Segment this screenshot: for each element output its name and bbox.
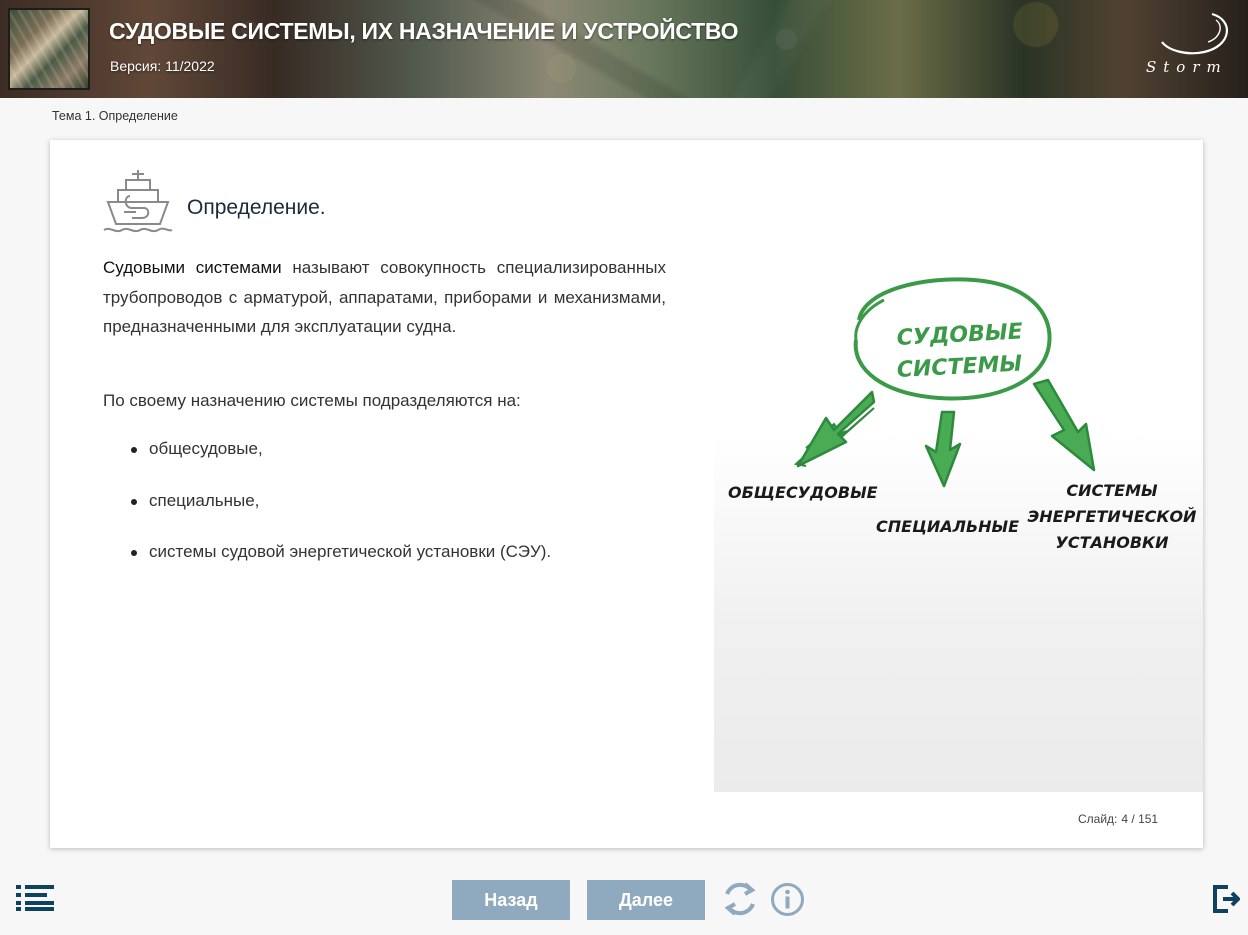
ship-icon (103, 170, 173, 233)
label-power-line2: ЭНЕРГЕТИЧЕСКОЙ (1028, 507, 1198, 526)
ship-systems-diagram: СУДОВЫЕ СИСТЕМЫ ОБЩЕСУДОВЫЕ СПЕЦИАЛЬНЫЕ … (728, 277, 1198, 552)
info-icon[interactable] (770, 882, 805, 917)
list-item: специальные, (129, 488, 551, 514)
label-power-line1: СИСТЕМЫ (1066, 481, 1158, 500)
slide-counter-value: 4 / 151 (1121, 812, 1159, 826)
slide-card: Определение. Судовыми системами называют… (50, 140, 1203, 848)
reload-icon[interactable] (721, 880, 759, 918)
slide-heading: Определение. (187, 196, 326, 219)
label-power-line3: УСТАНОВКИ (1055, 533, 1169, 552)
label-general: ОБЩЕСУДОВЫЕ (728, 483, 878, 502)
header-banner: СУДОВЫЕ СИСТЕМЫ, ИХ НАЗНАЧЕНИЕ И УСТРОЙС… (0, 0, 1248, 98)
list-item: системы судовой энергетической установки… (129, 539, 551, 565)
logo-text: Storm (1146, 58, 1228, 76)
exit-icon[interactable] (1212, 884, 1240, 914)
back-button[interactable]: Назад (452, 880, 570, 920)
menu-list-icon[interactable] (16, 884, 54, 912)
course-thumbnail (8, 8, 90, 90)
label-special: СПЕЦИАЛЬНЫЕ (876, 517, 1019, 536)
slide-counter-label: Слайд: (1078, 812, 1118, 826)
classification-intro: По своему назначению системы подразделяю… (103, 391, 521, 410)
definition-paragraph: Судовыми системами называют совокупность… (103, 253, 666, 342)
diagram-panel: СУДОВЫЕ СИСТЕМЫ ОБЩЕСУДОВЫЕ СПЕЦИАЛЬНЫЕ … (714, 140, 1203, 792)
slide-counter: Слайд: 4 / 151 (1074, 812, 1158, 826)
breadcrumb: Тема 1. Определение (52, 109, 178, 123)
course-version: Версия: 11/2022 (110, 58, 215, 74)
next-button[interactable]: Далее (587, 880, 705, 920)
list-item: общесудовые, (129, 436, 551, 462)
center-label-line1: СУДОВЫЕ (896, 319, 1023, 351)
course-title: СУДОВЫЕ СИСТЕМЫ, ИХ НАЗНАЧЕНИЕ И УСТРОЙС… (109, 18, 739, 44)
classification-list: общесудовые, специальные, системы судово… (129, 436, 551, 591)
center-label-line2: СИСТЕМЫ (896, 351, 1023, 383)
header-shade (0, 0, 1248, 98)
definition-term: Судовыми системами (103, 258, 282, 277)
